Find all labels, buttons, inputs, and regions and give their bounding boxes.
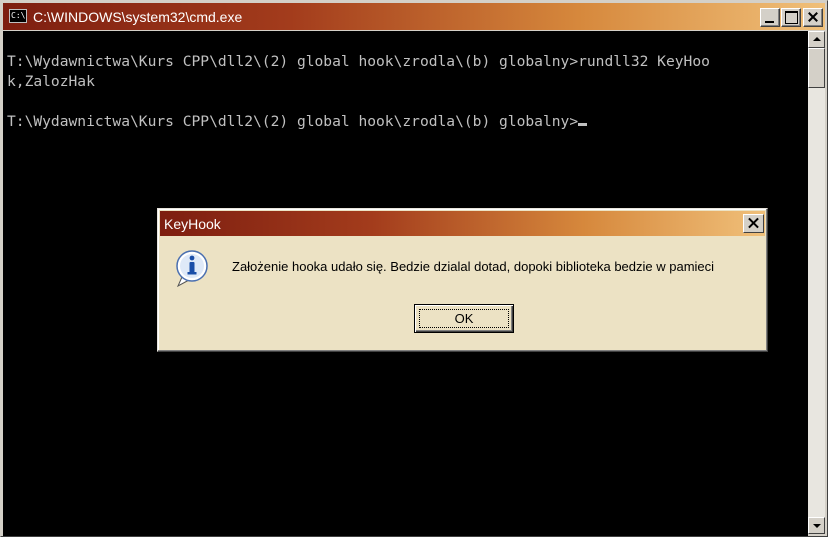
close-button[interactable] [803,8,823,27]
arrow-up-icon [813,37,821,41]
console-prompt-line: T:\Wydawnictwa\Kurs CPP\dll2\(2) global … [7,112,588,132]
scroll-thumb[interactable] [808,48,825,88]
dialog-close-button[interactable] [743,214,764,233]
ok-button[interactable]: OK [414,304,514,333]
cmd-icon[interactable]: C:\ [9,9,27,23]
minimize-button[interactable] [760,8,780,27]
scroll-up-button[interactable] [808,31,825,48]
arrow-down-icon [813,524,821,528]
window-titlebar[interactable]: C:\ C:\WINDOWS\system32\cmd.exe [3,3,825,30]
maximize-button[interactable] [781,8,801,27]
console-line: k,ZalozHak [7,73,95,90]
focus-rectangle [419,309,509,328]
console-line: T:\Wydawnictwa\Kurs CPP\dll2\(2) global … [7,113,579,130]
vertical-scrollbar[interactable] [808,31,825,534]
text-cursor [578,123,588,126]
window-title: C:\WINDOWS\system32\cmd.exe [33,9,243,25]
scroll-down-button[interactable] [808,517,825,534]
console-line: T:\Wydawnictwa\Kurs CPP\dll2\(2) global … [7,53,710,70]
info-icon [176,250,208,287]
dialog-title: KeyHook [164,216,221,232]
dialog-message: Założenie hooka udało się. Bedzie dziala… [232,259,715,274]
dialog-titlebar[interactable]: KeyHook [160,211,765,236]
message-dialog: KeyHook Założenie hooka udało się. Bedzi… [157,208,768,352]
